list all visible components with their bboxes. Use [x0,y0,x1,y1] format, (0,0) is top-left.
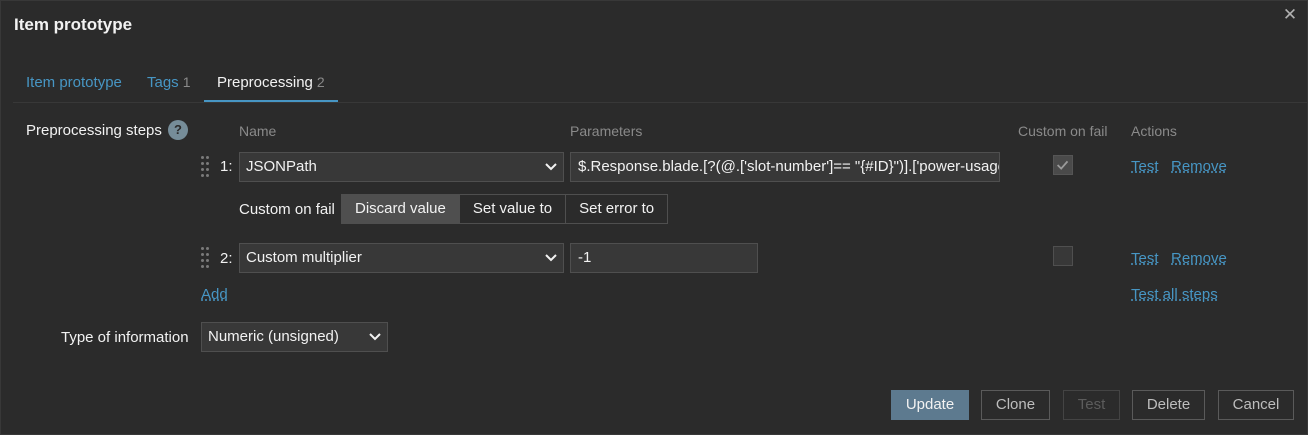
type-of-information-select[interactable]: Numeric (unsigned) [201,322,388,352]
checkmark-icon [1056,160,1069,170]
step-type-value: JSONPath [246,158,317,175]
chevron-down-icon [545,254,557,262]
tab-label: Item prototype [26,74,122,91]
step-number: 2: [220,250,233,267]
step-type-value: Custom multiplier [246,249,362,266]
tab-item-prototype[interactable]: Item prototype [13,63,135,102]
preprocessing-steps-label: Preprocessing steps [26,122,162,139]
tab-label: Preprocessing [217,74,313,91]
set-error-to-option[interactable]: Set error to [565,195,668,223]
step-parameter-input[interactable]: -1 [570,243,758,273]
tab-count: 2 [316,74,325,90]
chevron-down-icon [545,163,557,171]
item-prototype-dialog: Item prototype ✕ Item prototype Tags 1 Pr… [0,0,1308,435]
header-custom-on-fail: Custom on fail [1018,123,1108,139]
type-of-information-label: Type of information [61,329,189,346]
step-type-select[interactable]: Custom multiplier [239,243,564,273]
test-button: Test [1063,390,1120,420]
header-actions: Actions [1131,123,1177,139]
custom-on-fail-segmented: Discard value Set value to Set error to [341,194,669,224]
tab-bar: Item prototype Tags 1 Preprocessing 2 [13,63,1307,103]
dialog-title: Item prototype [14,15,133,34]
drag-handle-icon[interactable] [201,156,209,178]
step-parameter-input[interactable]: $.Response.blade.[?(@.['slot-number']== … [570,152,1000,182]
tab-label: Tags [147,74,179,91]
header-parameters: Parameters [570,123,643,139]
step-type-select[interactable]: JSONPath [239,152,564,182]
type-of-information-value: Numeric (unsigned) [208,328,339,345]
step-number: 1: [220,158,233,175]
discard-value-option[interactable]: Discard value [342,195,459,223]
test-step-link[interactable]: Test [1131,250,1159,267]
update-button[interactable]: Update [891,390,969,420]
test-all-steps-link[interactable]: Test all steps [1131,286,1218,303]
remove-step-link[interactable]: Remove [1171,158,1227,175]
custom-on-fail-checkbox[interactable] [1053,155,1073,175]
chevron-down-icon [369,333,381,341]
header-name: Name [239,123,277,139]
delete-button[interactable]: Delete [1132,390,1205,420]
step-parameter-value: -1 [578,249,592,266]
custom-on-fail-label: Custom on fail [239,201,335,218]
step-parameter-value: $.Response.blade.[?(@.['slot-number']== … [578,158,1000,175]
help-icon[interactable]: ? [168,120,188,140]
clone-button[interactable]: Clone [981,390,1050,420]
cancel-button[interactable]: Cancel [1218,390,1294,420]
custom-on-fail-checkbox[interactable] [1053,246,1073,266]
test-step-link[interactable]: Test [1131,158,1159,175]
tab-tags[interactable]: Tags 1 [134,63,203,102]
add-step-link[interactable]: Add [201,286,228,303]
set-value-to-option[interactable]: Set value to [458,195,566,223]
remove-step-link[interactable]: Remove [1171,250,1227,267]
close-icon[interactable]: ✕ [1281,6,1299,24]
tab-count: 1 [182,74,191,90]
tab-preprocessing[interactable]: Preprocessing 2 [204,63,338,102]
drag-handle-icon[interactable] [201,247,209,269]
